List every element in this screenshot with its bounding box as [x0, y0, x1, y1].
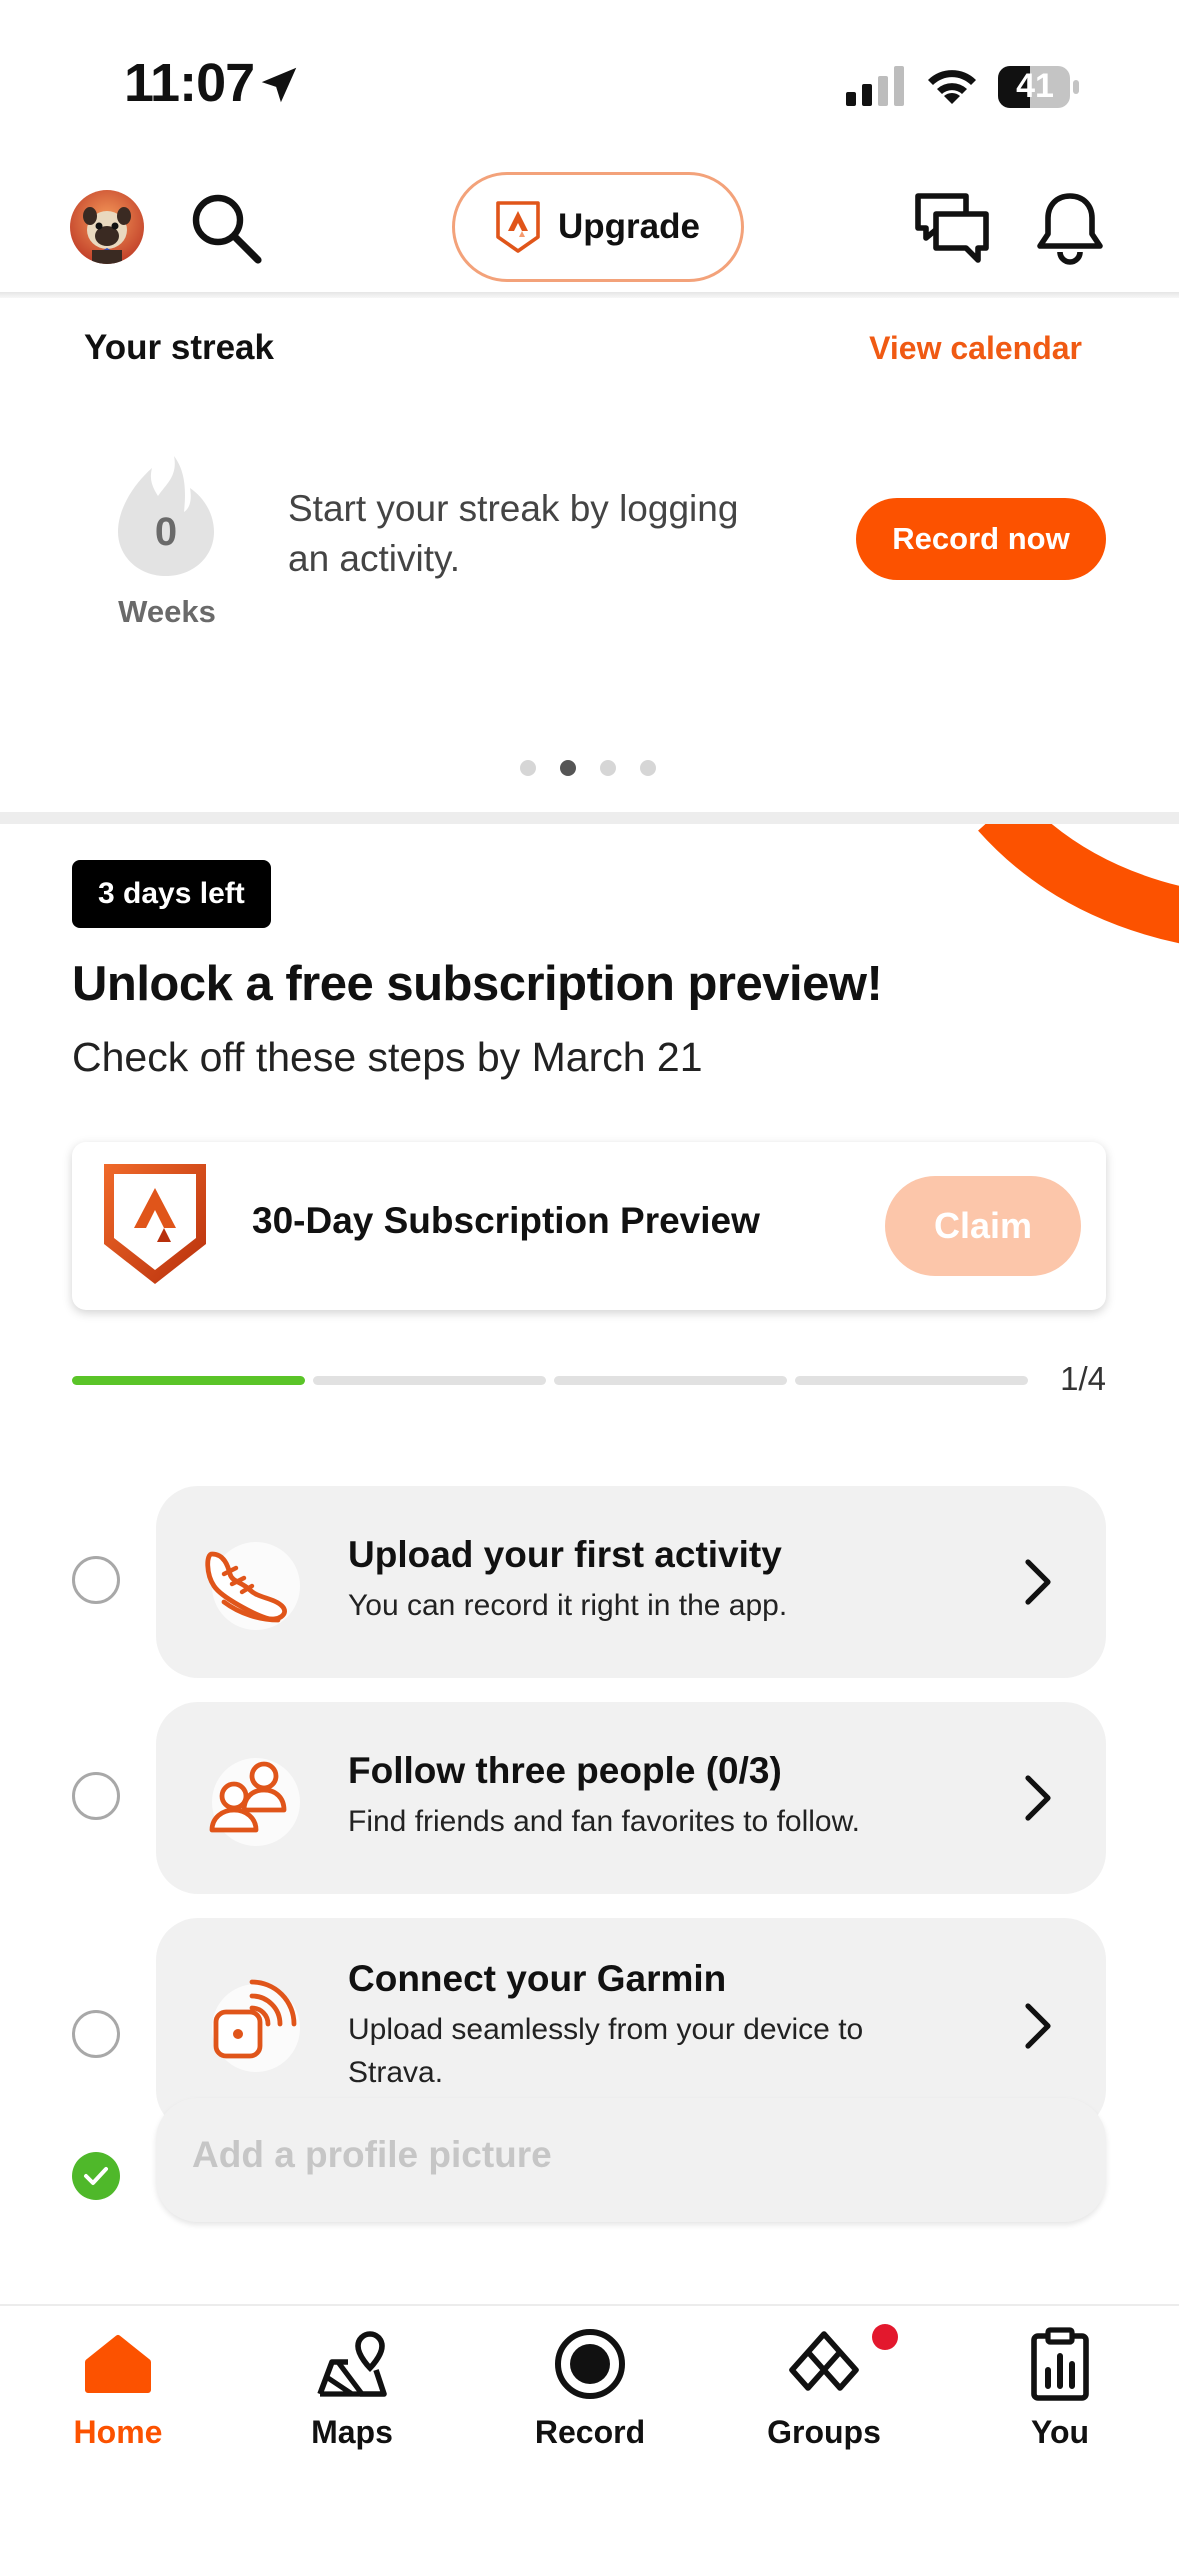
streak-count: 0 — [154, 510, 178, 554]
step-title-completed: Add a profile picture — [192, 2134, 552, 2175]
carousel-dot[interactable] — [600, 760, 616, 776]
step-checkbox[interactable] — [72, 1556, 120, 1604]
progress-bar — [72, 1376, 1028, 1385]
record-icon — [555, 2329, 625, 2399]
progress-segment-complete — [72, 1376, 305, 1385]
groups-icon — [789, 2331, 859, 2391]
tab-you[interactable]: You — [975, 2326, 1145, 2476]
strava-shield-icon — [496, 201, 540, 253]
shoe-icon — [205, 1542, 300, 1630]
step-card-follow-people[interactable]: Follow three people (0/3) Find friends a… — [156, 1702, 1106, 1894]
messages-icon[interactable] — [912, 190, 992, 266]
days-left-badge: 3 days left — [72, 860, 271, 928]
step-description: You can record it right in the app. — [348, 1589, 788, 1622]
step-title: Upload your first activity — [348, 1534, 782, 1575]
section-divider — [0, 812, 1179, 824]
carousel-dot[interactable] — [640, 760, 656, 776]
you-icon — [1031, 2327, 1089, 2401]
chevron-right-icon — [1025, 1775, 1051, 1821]
carousel-dot[interactable] — [520, 760, 536, 776]
tab-maps[interactable]: Maps — [267, 2326, 437, 2476]
profile-avatar[interactable] — [70, 190, 144, 264]
record-now-button[interactable]: Record now — [856, 498, 1106, 580]
streak-title: Your streak — [84, 328, 274, 367]
decorative-arc — [978, 824, 1179, 944]
progress-count: 1/4 — [1060, 1360, 1106, 1397]
search-icon[interactable] — [188, 190, 264, 266]
step-card-profile-picture: Add a profile picture — [156, 2098, 1106, 2222]
wifi-icon — [928, 70, 976, 104]
reward-label: 30-Day Subscription Preview — [252, 1200, 760, 1241]
clock: 11:07 — [124, 53, 255, 113]
location-arrow-icon — [261, 67, 297, 103]
tab-home[interactable]: Home — [33, 2326, 203, 2476]
home-icon — [85, 2335, 151, 2393]
tab-label: Home — [73, 2414, 163, 2450]
status-bar: 11:07 41 — [0, 0, 1179, 160]
streak-unit: Weeks — [118, 594, 216, 629]
device-icon — [212, 1979, 300, 2072]
step-description: Find friends and fan favorites to follow… — [348, 1805, 860, 1838]
progress-segment — [554, 1376, 787, 1385]
subscription-preview-card: 30-Day Subscription Preview Claim — [72, 1142, 1106, 1310]
streak-card: Your streak View calendar 0 Weeks Start … — [0, 298, 1179, 812]
tab-label: Maps — [311, 2414, 393, 2450]
tab-record[interactable]: Record — [505, 2326, 675, 2476]
notifications-bell-icon[interactable] — [1032, 188, 1108, 268]
progress-segment — [795, 1376, 1028, 1385]
people-icon — [209, 1758, 300, 1846]
notification-badge — [872, 2324, 898, 2350]
step-description: Upload seamlessly from your device to St… — [348, 2013, 864, 2089]
step-card-upload-activity[interactable]: Upload your first activity You can recor… — [156, 1486, 1106, 1678]
step-checkbox[interactable] — [72, 1772, 120, 1820]
checkmark-icon — [84, 2167, 108, 2185]
subscription-promo: 3 days left Unlock a free subscription p… — [0, 824, 1179, 2304]
carousel-dots[interactable] — [520, 760, 656, 776]
pug-avatar-image — [70, 190, 144, 264]
carousel-dot-active[interactable] — [560, 760, 576, 776]
progress-segment — [313, 1376, 546, 1385]
tab-label: Record — [534, 2414, 646, 2450]
chevron-right-icon — [1025, 2003, 1051, 2049]
view-calendar-link[interactable]: View calendar — [869, 330, 1082, 367]
maps-icon — [317, 2331, 387, 2397]
step-checkbox-checked[interactable] — [72, 2152, 120, 2200]
streak-message: Start your streak by logging an activity… — [288, 488, 739, 579]
cellular-signal-icon — [846, 66, 904, 106]
step-title: Connect your Garmin — [348, 1958, 727, 1999]
tab-label: Groups — [767, 2414, 881, 2450]
chevron-right-icon — [1025, 1559, 1051, 1605]
top-nav: Upgrade — [0, 160, 1179, 294]
strava-shield-icon — [104, 1164, 206, 1284]
upgrade-button[interactable]: Upgrade — [452, 172, 744, 282]
claim-button[interactable]: Claim — [885, 1176, 1081, 1276]
bottom-tab-bar: Home Maps Record Groups You — [0, 2304, 1179, 2556]
promo-subtitle: Check off these steps by March 21 — [72, 1034, 703, 1080]
upgrade-label: Upgrade — [558, 207, 700, 246]
tab-label: You — [1030, 2414, 1090, 2450]
promo-title: Unlock a free subscription preview! — [72, 957, 883, 1011]
step-title: Follow three people (0/3) — [348, 1750, 782, 1791]
battery-level: 41 — [1016, 67, 1054, 105]
step-checkbox[interactable] — [72, 2010, 120, 2058]
